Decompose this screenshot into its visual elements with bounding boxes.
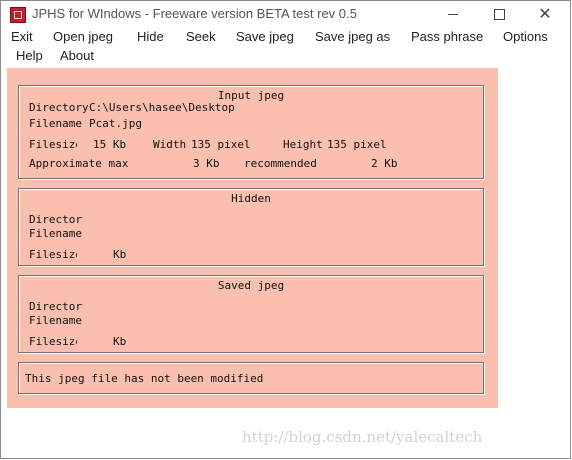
- minimize-icon: [448, 14, 458, 15]
- minimize-button[interactable]: [430, 1, 476, 28]
- menu-exit[interactable]: Exit: [11, 29, 33, 44]
- recommended-label: recommended: [244, 157, 317, 170]
- menu-help[interactable]: Help: [16, 48, 43, 63]
- status-group: This jpeg file has not been modified: [18, 362, 484, 394]
- saved-jpeg-title: Saved jpeg: [217, 279, 285, 292]
- saved-filesize-unit: Kb: [113, 335, 127, 348]
- title-bar[interactable]: JPHS for WIndows - Freeware version BETA…: [1, 1, 570, 28]
- input-filename-value: Pcat.jpg: [89, 117, 142, 130]
- approx-max-value: 3 Kb: [193, 157, 220, 170]
- input-filename-label: Filename: [29, 117, 82, 130]
- hidden-filesize-unit: Kb: [113, 248, 127, 261]
- main-panel: Input jpeg Directory C:\Users\hasee\Desk…: [7, 68, 498, 408]
- close-button[interactable]: ✕: [522, 1, 568, 28]
- menu-save-jpeg-as[interactable]: Save jpeg as: [315, 29, 390, 44]
- menu-options[interactable]: Options: [503, 29, 548, 44]
- saved-jpeg-group: Saved jpeg Directory Filename Filesize K…: [18, 275, 484, 353]
- watermark-text: http://blog.csdn.net/yalecaltech: [242, 428, 483, 446]
- input-filesize-value: 15 Kb: [93, 138, 127, 151]
- hidden-filename-label: Filename: [29, 227, 82, 240]
- approx-max-label: Approximate max: [29, 157, 129, 170]
- hidden-filesize-label: Filesize: [29, 248, 77, 261]
- input-height-value: 135 pixel: [327, 138, 387, 151]
- maximize-icon: [493, 9, 505, 20]
- menu-about[interactable]: About: [60, 48, 94, 63]
- window-title: JPHS for WIndows - Freeware version BETA…: [32, 6, 357, 21]
- hidden-directory-label: Directory: [29, 213, 83, 226]
- input-height-label: Height: [283, 138, 323, 151]
- menu-hide[interactable]: Hide: [137, 29, 164, 44]
- input-jpeg-group: Input jpeg Directory C:\Users\hasee\Desk…: [18, 85, 484, 179]
- saved-filename-label: Filename: [29, 314, 82, 327]
- close-icon: ✕: [538, 5, 552, 23]
- menu-bar: Exit Open jpeg Hide Seek Save jpeg Save …: [1, 28, 570, 66]
- input-directory-label: Directory: [29, 101, 89, 114]
- input-width-value: 135 pixel: [191, 138, 251, 151]
- recommended-value: 2 Kb: [371, 157, 398, 170]
- input-width-label: Width: [153, 138, 187, 151]
- hidden-title: Hidden: [231, 192, 271, 205]
- menu-open-jpeg[interactable]: Open jpeg: [53, 29, 113, 44]
- menu-seek[interactable]: Seek: [186, 29, 216, 44]
- status-message: This jpeg file has not been modified: [25, 372, 264, 385]
- input-filesize-label: Filesize: [29, 138, 77, 151]
- app-window: JPHS for WIndows - Freeware version BETA…: [0, 0, 571, 459]
- hidden-group: Hidden Directory Filename Filesize Kb: [18, 188, 484, 266]
- app-icon[interactable]: [10, 7, 26, 23]
- saved-directory-label: Directory: [29, 300, 83, 313]
- input-directory-value: C:\Users\hasee\Desktop: [89, 101, 235, 114]
- menu-pass-phrase[interactable]: Pass phrase: [411, 29, 483, 44]
- saved-filesize-label: Filesize: [29, 335, 77, 348]
- menu-save-jpeg[interactable]: Save jpeg: [236, 29, 294, 44]
- maximize-button[interactable]: [476, 1, 522, 28]
